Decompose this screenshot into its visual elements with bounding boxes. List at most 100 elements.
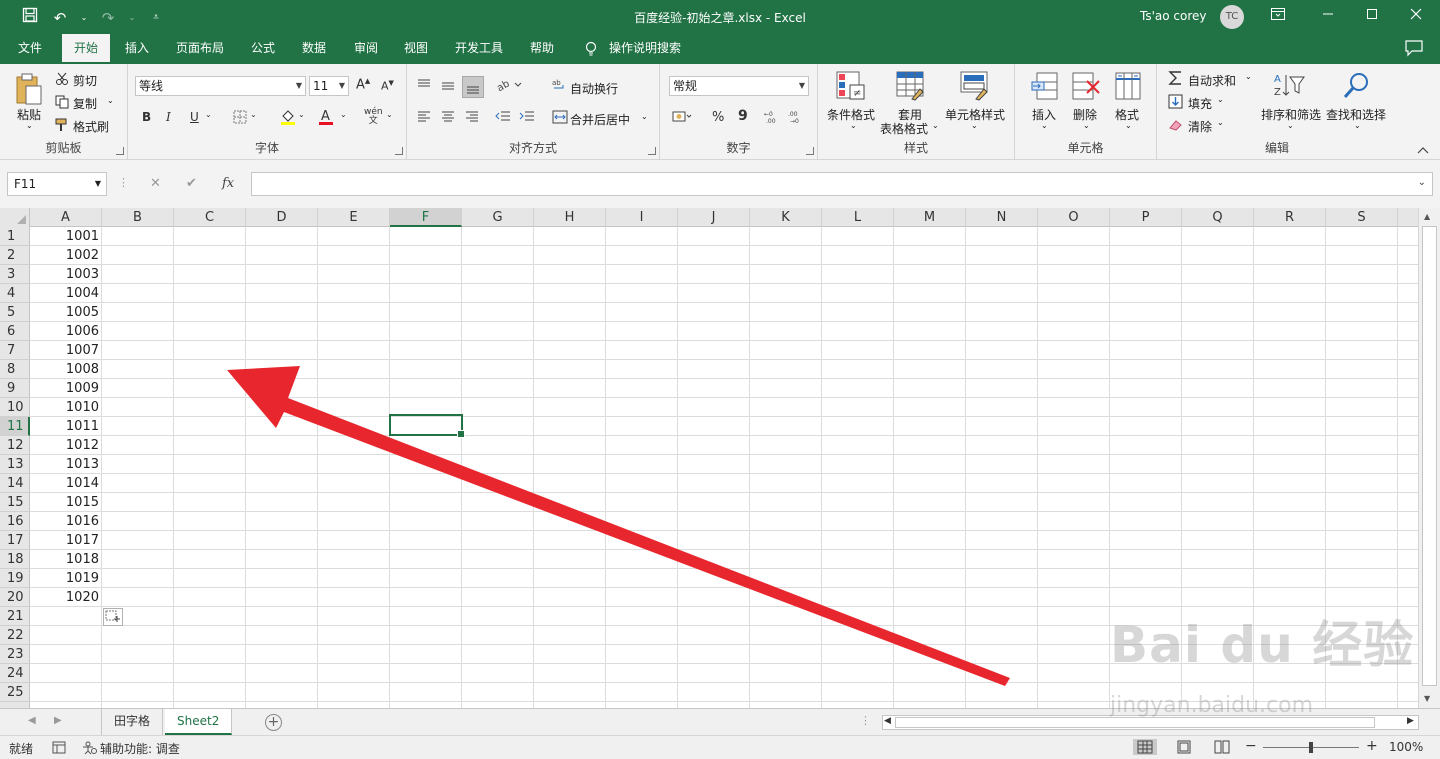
horizontal-scroll-thumb[interactable]	[895, 717, 1375, 728]
clear-dropdown-icon[interactable]: ⌄	[1217, 118, 1224, 127]
zoom-slider-thumb[interactable]	[1309, 742, 1313, 753]
column-header-i[interactable]: I	[606, 208, 678, 227]
font-launcher-icon[interactable]	[395, 147, 403, 155]
vertical-scrollbar[interactable]: ▲ ▼	[1418, 208, 1440, 708]
cell-a15[interactable]: 1015	[30, 493, 100, 512]
align-bottom-icon[interactable]	[462, 76, 484, 98]
decrease-font-icon[interactable]: A▼	[381, 79, 394, 93]
scroll-left-icon[interactable]: ◀	[884, 716, 891, 726]
column-header-g[interactable]: G	[462, 208, 534, 227]
scroll-up-icon[interactable]: ▲	[1424, 212, 1430, 221]
underline-button[interactable]: U	[190, 110, 199, 124]
cells-area[interactable]: 1001 1002 1003 1004 1005 1006 1007 1008 1009 1010…	[30, 227, 1418, 708]
tab-help[interactable]: 帮助	[522, 34, 562, 64]
fill-color-icon[interactable]	[280, 108, 296, 129]
column-header-d[interactable]: D	[246, 208, 318, 227]
sort-filter-dropdown-icon[interactable]: ⌄	[1287, 121, 1294, 130]
borders-icon[interactable]	[233, 110, 247, 127]
column-header-h[interactable]: H	[534, 208, 606, 227]
tab-insert[interactable]: 插入	[118, 34, 156, 64]
minimize-icon[interactable]	[1318, 6, 1338, 26]
comma-button[interactable]: 9	[738, 108, 748, 124]
paste-dropdown-icon[interactable]: ⌄	[26, 121, 33, 130]
row-header-23[interactable]: 23	[0, 645, 30, 664]
active-cell-f11[interactable]	[389, 414, 465, 438]
vertical-scroll-thumb[interactable]	[1422, 226, 1437, 686]
add-sheet-button[interactable]: +	[265, 714, 282, 731]
name-box[interactable]: F11 ▼	[7, 172, 107, 196]
prev-sheet-icon[interactable]: ◀	[28, 715, 36, 726]
cell-a2[interactable]: 1002	[30, 246, 100, 265]
wrap-text-button[interactable]: 自动换行	[570, 80, 618, 97]
close-icon[interactable]	[1406, 6, 1426, 26]
row-header-20[interactable]: 20	[0, 588, 30, 607]
autosum-dropdown-icon[interactable]: ⌄	[1245, 72, 1252, 81]
decrease-decimal-icon[interactable]: .00 →0	[788, 110, 806, 127]
copy-dropdown-icon[interactable]: ⌄	[107, 96, 114, 105]
scroll-down-icon[interactable]: ▼	[1424, 694, 1430, 703]
italic-button[interactable]: I	[166, 110, 171, 124]
user-name[interactable]: Ts'ao corey	[1140, 9, 1207, 23]
fill-dropdown-icon[interactable]: ⌄	[1217, 95, 1224, 104]
tab-formulas[interactable]: 公式	[244, 34, 282, 64]
cell-a4[interactable]: 1004	[30, 284, 100, 303]
column-header-a[interactable]: A	[30, 208, 102, 227]
tab-page-layout[interactable]: 页面布局	[168, 34, 232, 64]
format-table-dropdown-icon[interactable]: ⌄	[932, 121, 939, 130]
cell-a9[interactable]: 1009	[30, 379, 100, 398]
row-header-14[interactable]: 14	[0, 474, 30, 493]
row-header-12[interactable]: 12	[0, 436, 30, 455]
macro-record-icon[interactable]	[52, 741, 66, 757]
formula-input[interactable]: ⌄	[251, 172, 1433, 196]
align-middle-icon[interactable]	[441, 80, 455, 95]
cell-styles-dropdown-icon[interactable]: ⌄	[971, 121, 978, 130]
column-header-q[interactable]: Q	[1182, 208, 1254, 227]
row-header-22[interactable]: 22	[0, 626, 30, 645]
column-header-n[interactable]: N	[966, 208, 1038, 227]
align-top-icon[interactable]	[417, 78, 431, 93]
clipboard-launcher-icon[interactable]	[116, 147, 124, 155]
increase-indent-icon[interactable]	[519, 110, 535, 125]
cell-a14[interactable]: 1014	[30, 474, 100, 493]
tell-me-search[interactable]: 操作说明搜索	[604, 34, 686, 64]
font-size-select[interactable]: 11 ▼	[309, 76, 349, 96]
fill-button[interactable]: 填充	[1188, 95, 1212, 112]
next-sheet-icon[interactable]: ▶	[54, 715, 62, 726]
phonetic-dropdown-icon[interactable]: ⌄	[386, 110, 393, 119]
row-header-15[interactable]: 15	[0, 493, 30, 512]
fill-color-dropdown-icon[interactable]: ⌄	[298, 110, 305, 119]
copy-button[interactable]: 复制	[73, 95, 97, 112]
align-left-icon[interactable]	[417, 110, 431, 125]
conditional-dropdown-icon[interactable]: ⌄	[850, 121, 857, 130]
cell-a17[interactable]: 1017	[30, 531, 100, 550]
tab-view[interactable]: 视图	[396, 34, 436, 64]
tab-splitter-icon[interactable]: ⋮	[860, 714, 871, 727]
page-break-view-icon[interactable]	[1213, 739, 1231, 755]
column-header-s[interactable]: S	[1326, 208, 1398, 227]
cell-a1[interactable]: 1001	[30, 227, 100, 246]
row-header-11[interactable]: 11	[0, 417, 30, 436]
row-header-24[interactable]: 24	[0, 664, 30, 683]
ribbon-display-options-icon[interactable]	[1268, 6, 1288, 26]
row-header-5[interactable]: 5	[0, 303, 30, 322]
alignment-launcher-icon[interactable]	[648, 147, 656, 155]
cancel-icon[interactable]: ✕	[150, 176, 161, 191]
row-header-17[interactable]: 17	[0, 531, 30, 550]
cell-a8[interactable]: 1008	[30, 360, 100, 379]
font-color-dropdown-icon[interactable]: ⌄	[340, 110, 347, 119]
bold-button[interactable]: B	[142, 110, 151, 124]
tab-review[interactable]: 审阅	[346, 34, 386, 64]
maximize-icon[interactable]	[1362, 6, 1382, 26]
tab-home[interactable]: 开始	[62, 34, 110, 64]
cell-a11[interactable]: 1011	[30, 417, 100, 436]
row-header-10[interactable]: 10	[0, 398, 30, 417]
row-header-13[interactable]: 13	[0, 455, 30, 474]
orientation-icon[interactable]: ab	[495, 78, 523, 95]
zoom-out-button[interactable]: −	[1245, 738, 1257, 754]
column-header-f[interactable]: F	[390, 208, 462, 227]
cell-a20[interactable]: 1020	[30, 588, 100, 607]
tab-developer[interactable]: 开发工具	[448, 34, 510, 64]
cell-a3[interactable]: 1003	[30, 265, 100, 284]
scroll-right-icon[interactable]: ▶	[1407, 716, 1414, 726]
sheet-tab-tianzige[interactable]: 田字格	[101, 709, 164, 735]
